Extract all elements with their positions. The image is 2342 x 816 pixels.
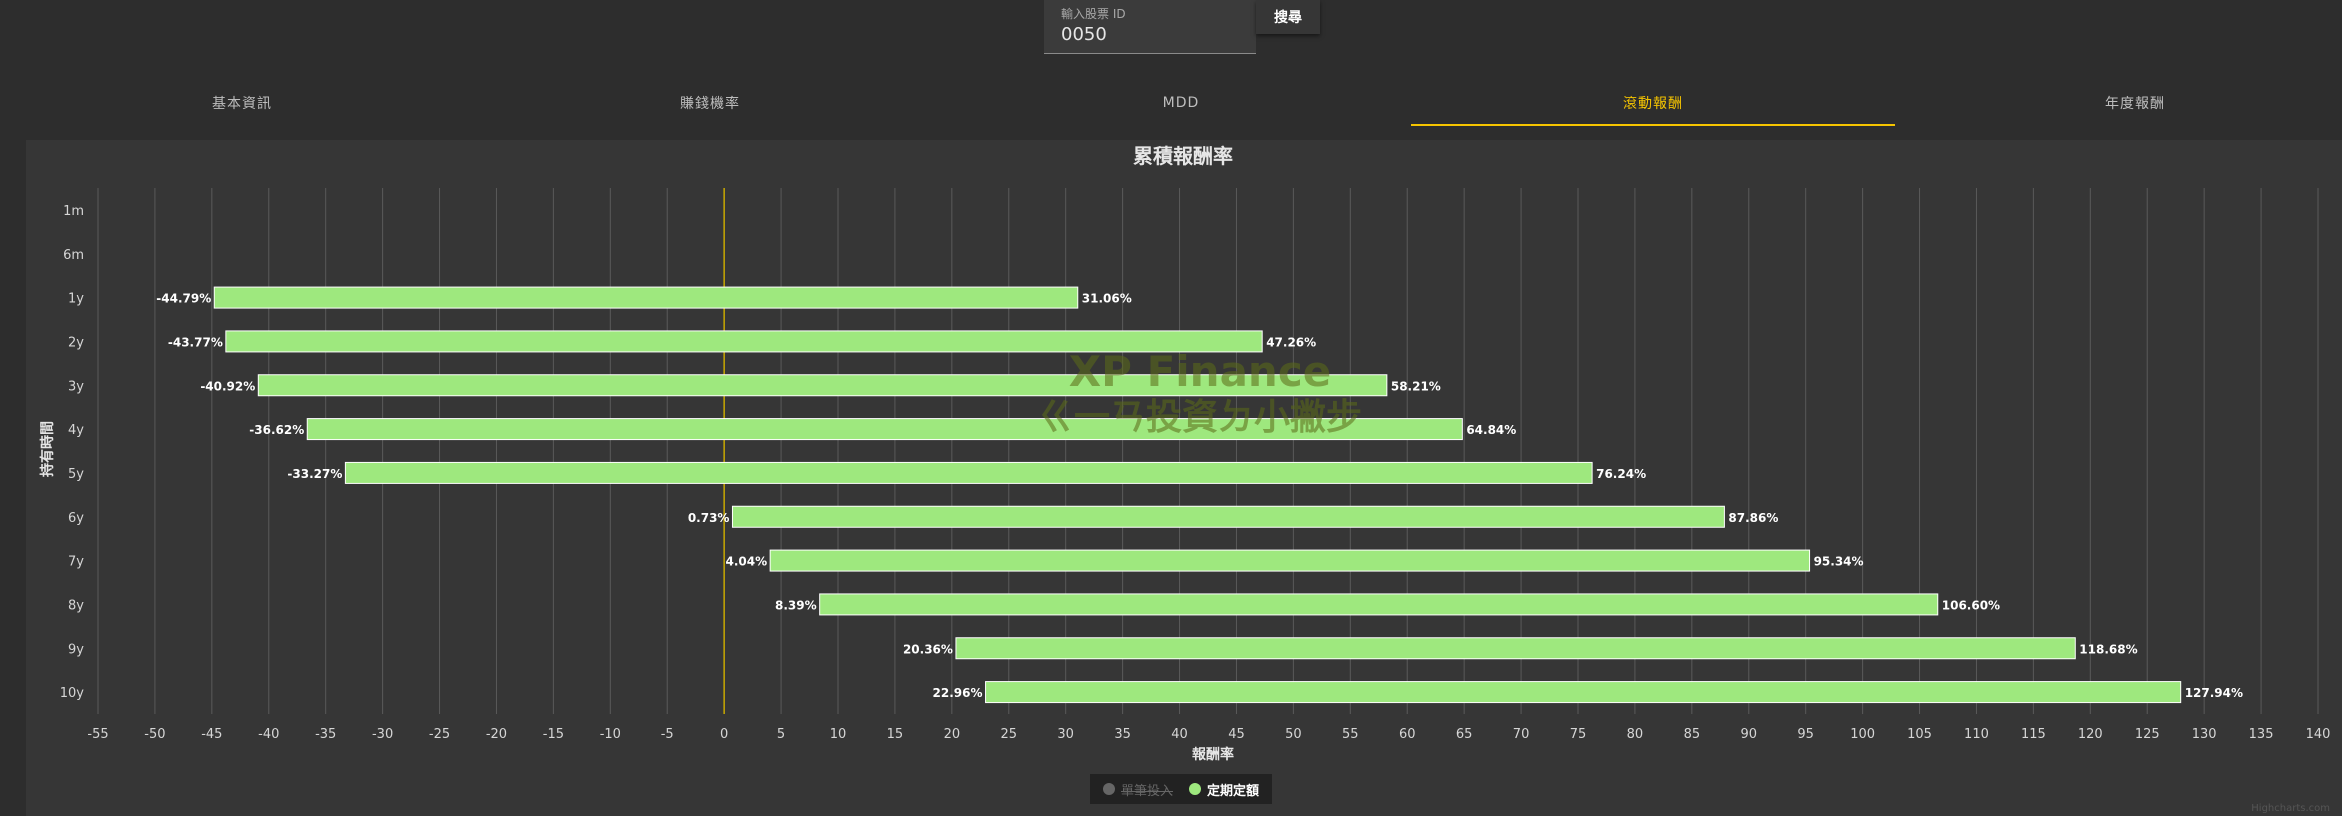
chart-credit: Highcharts.com [2251,803,2330,814]
x-tick-label: -15 [543,727,564,742]
data-label-low: -44.79% [156,292,211,306]
range-bar-6y[interactable] [731,505,1725,528]
data-label-high: 47.26% [1266,335,1316,349]
x-tick-label: -40 [258,727,279,742]
legend-item-dca[interactable]: 定期定額 [1189,780,1259,799]
data-label-high: 64.84% [1466,423,1516,437]
x-tick-label: 95 [1797,727,1814,742]
x-tick-label: 20 [944,727,961,742]
x-tick-label: -50 [144,727,165,742]
y-tick-label: 4y [68,423,84,438]
data-label-low: -36.62% [249,423,304,437]
x-tick-label: 110 [1964,727,1989,742]
y-tick-label: 6y [68,511,84,526]
x-tick-label: 125 [2135,727,2160,742]
x-tick-label: 0 [720,727,728,742]
x-tick-label: 65 [1456,727,1473,742]
chart-title: 累積報酬率 [1133,144,1233,168]
x-tick-label: 130 [2192,727,2217,742]
x-tick-label: 80 [1627,727,1644,742]
data-label-low: 4.04% [726,555,768,569]
data-label-low: -40.92% [200,379,255,393]
x-tick-label: 5 [777,727,785,742]
x-tick-label: -20 [486,727,507,742]
legend-label: 定期定額 [1207,783,1260,799]
x-tick-label: -30 [372,727,393,742]
data-label-high: 31.06% [1082,292,1132,306]
x-tick-label: 40 [1171,727,1188,742]
x-tick-label: 60 [1399,727,1416,742]
y-tick-label: 3y [68,379,84,394]
x-tick-label: -35 [315,727,336,742]
x-tick-label: 140 [2306,727,2331,742]
x-tick-label: 75 [1570,727,1587,742]
y-tick-label: 8y [68,598,84,613]
x-tick-label: 100 [1850,727,1875,742]
y-tick-label: 10y [60,686,85,701]
y-tick-label: 9y [68,642,84,657]
data-label-high: 118.68% [2079,642,2137,656]
x-tick-label: 55 [1342,727,1359,742]
x-tick-label: 30 [1057,727,1074,742]
x-tick-label: 45 [1228,727,1245,742]
x-tick-label: 85 [1684,727,1701,742]
x-tick-label: 70 [1513,727,1530,742]
legend-dot-icon [1102,783,1115,795]
data-label-high: 106.60% [1942,598,2000,612]
x-axis-title: 報酬率 [1192,746,1234,763]
x-tick-label: 15 [887,727,904,742]
y-tick-label: 1m [63,204,84,219]
chart-legend: 單筆投入 定期定額 [1090,774,1272,804]
data-label-low: 20.36% [903,642,953,656]
range-bar-7y[interactable] [769,549,1811,572]
x-tick-label: 120 [2078,727,2103,742]
y-tick-label: 7y [68,555,84,570]
data-label-high: 95.34% [1814,555,1864,569]
data-label-low: 8.39% [775,598,817,612]
range-bar-10y[interactable] [985,681,2182,704]
y-tick-label: 5y [68,467,84,482]
data-label-high: 127.94% [2185,686,2243,700]
y-tick-label: 6m [63,248,84,263]
range-bar-2y[interactable] [225,330,1263,353]
x-tick-label: 10 [830,727,847,742]
y-axis-title: 持有時間 [39,421,56,477]
range-bar-5y[interactable] [344,461,1593,484]
chart-gridlines [97,188,2319,714]
data-label-low: 22.96% [933,686,983,700]
data-label-low: -43.77% [168,335,223,349]
x-tick-label: 135 [2249,727,2274,742]
legend-item-lump-sum[interactable]: 單筆投入 [1102,780,1173,799]
x-tick-label: -25 [429,727,450,742]
legend-label: 單筆投入 [1120,783,1173,799]
legend-dot-icon [1189,783,1201,795]
chart-bars [213,286,2182,704]
x-tick-label: 105 [1907,727,1932,742]
x-tick-label: -55 [87,727,108,742]
data-label-high: 87.86% [1728,511,1778,525]
x-tick-label: 50 [1285,727,1302,742]
range-bar-9y[interactable] [955,637,2076,660]
x-tick-label: 90 [1740,727,1757,742]
x-tick-label: 25 [1000,727,1017,742]
data-label-low: -33.27% [287,467,342,481]
range-bar-4y[interactable] [306,418,1463,441]
range-bar-3y[interactable] [257,374,1388,397]
data-label-high: 76.24% [1596,467,1646,481]
x-tick-label: 115 [2021,727,2046,742]
x-tick-label: 35 [1114,727,1131,742]
data-label-high: 58.21% [1391,379,1441,393]
y-tick-label: 2y [68,335,84,350]
data-label-low: 0.73% [688,511,730,525]
range-bar-8y[interactable] [819,593,1939,616]
x-tick-label: -45 [201,727,222,742]
range-bar-1y[interactable] [213,286,1079,309]
x-tick-label: -5 [661,727,674,742]
x-tick-label: -10 [600,727,621,742]
rolling-return-chart: 累積報酬率 -44.79% 31.06% -43.77% 47.26% -40.92% 5… [39,144,2331,763]
y-tick-label: 1y [68,292,84,307]
